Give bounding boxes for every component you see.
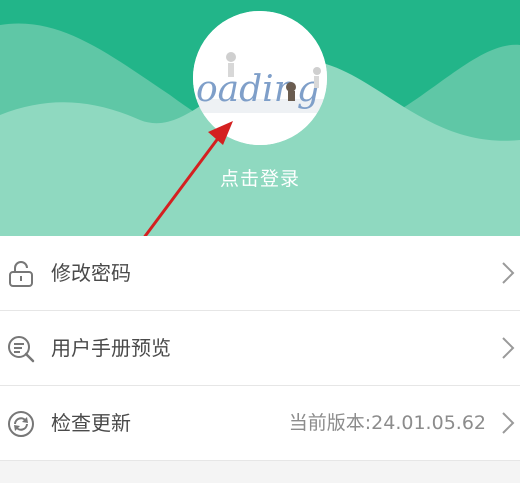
settings-list: 修改密码 用户手册预览 检查更新 当前版本:24.01.05.62 [0,236,520,461]
menu-item-label: 用户手册预览 [51,336,171,360]
chevron-right-icon [502,337,515,359]
chevron-right-icon [502,412,515,434]
chevron-right-icon [502,262,515,284]
refresh-icon [8,411,34,437]
manual-search-icon [8,336,35,363]
menu-item-check-update[interactable]: 检查更新 当前版本:24.01.05.62 [0,386,520,461]
menu-item-label: 修改密码 [51,261,131,285]
profile-header: oading 点击登录 [0,0,520,236]
avatar-loading-text: oading [196,69,320,110]
avatar[interactable]: oading [193,11,327,145]
menu-item-user-manual[interactable]: 用户手册预览 [0,311,520,386]
menu-item-label: 检查更新 [51,411,131,435]
version-text: 当前版本:24.01.05.62 [288,412,486,434]
login-link[interactable]: 点击登录 [0,164,520,191]
avatar-image: oading [193,11,327,145]
menu-item-change-password[interactable]: 修改密码 [0,236,520,311]
unlock-icon [9,261,33,287]
